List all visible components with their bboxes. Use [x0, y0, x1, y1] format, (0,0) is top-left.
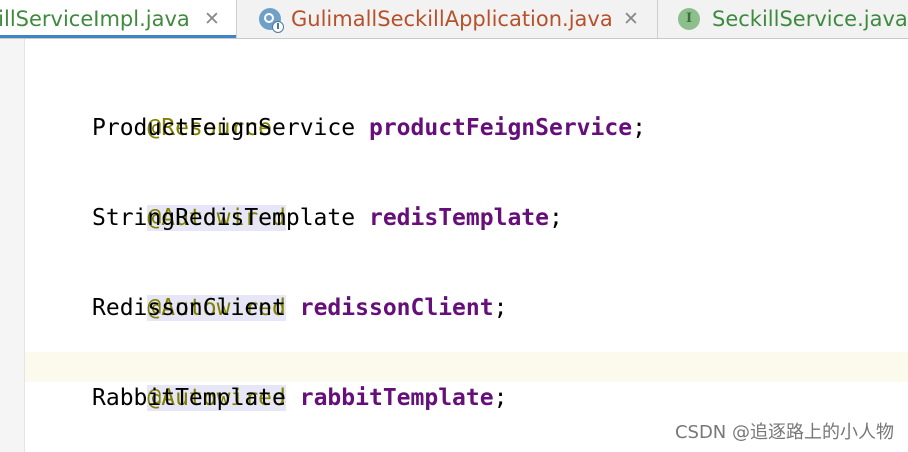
code-line: StringRedisTemplate redisTemplate;	[92, 203, 563, 233]
interface-icon: I	[678, 8, 700, 30]
tab-seckill-service-impl[interactable]: killServiceImpl.java ✕	[0, 0, 236, 38]
active-tab-indicator	[0, 35, 236, 38]
close-icon[interactable]: ✕	[204, 0, 220, 38]
code-editor[interactable]: @Resource ProductFeignService productFei…	[25, 39, 908, 452]
tab-label: SeckillService.java	[712, 7, 908, 31]
field-type: ProductFeignService	[92, 115, 356, 141]
field-name: redissonClient	[299, 295, 494, 321]
field-type: RedissonClient	[92, 295, 286, 321]
editor-gutter	[0, 39, 25, 452]
code-line: RabbitTemplate rabbitTemplate;	[92, 383, 507, 413]
run-badge-icon	[272, 21, 284, 33]
tab-gulimall-seckill-application[interactable]: GulimallSeckillApplication.java ✕	[237, 0, 657, 38]
csdn-watermark: CSDN @追逐路上的小人物	[674, 422, 894, 443]
semicolon: ;	[548, 205, 563, 231]
close-icon[interactable]: ✕	[623, 0, 639, 38]
semicolon: ;	[493, 385, 508, 411]
field-type: StringRedisTemplate	[92, 205, 356, 231]
code-line: ProductFeignService productFeignService;	[92, 113, 646, 143]
editor-tab-bar: killServiceImpl.java ✕ GulimallSeckillAp…	[0, 0, 908, 39]
field-name: redisTemplate	[368, 205, 549, 231]
code-line: RedissonClient redissonClient;	[92, 293, 507, 323]
tab-label: killServiceImpl.java	[0, 7, 190, 31]
semicolon: ;	[632, 115, 646, 141]
spring-boot-app-icon	[259, 8, 284, 33]
field-name: productFeignService	[368, 115, 633, 141]
field-type: RabbitTemplate	[92, 385, 286, 411]
semicolon: ;	[493, 295, 508, 321]
tab-seckill-service[interactable]: I SeckillService.java	[658, 0, 908, 38]
tab-label: GulimallSeckillApplication.java	[291, 7, 613, 31]
field-name: rabbitTemplate	[299, 385, 494, 411]
